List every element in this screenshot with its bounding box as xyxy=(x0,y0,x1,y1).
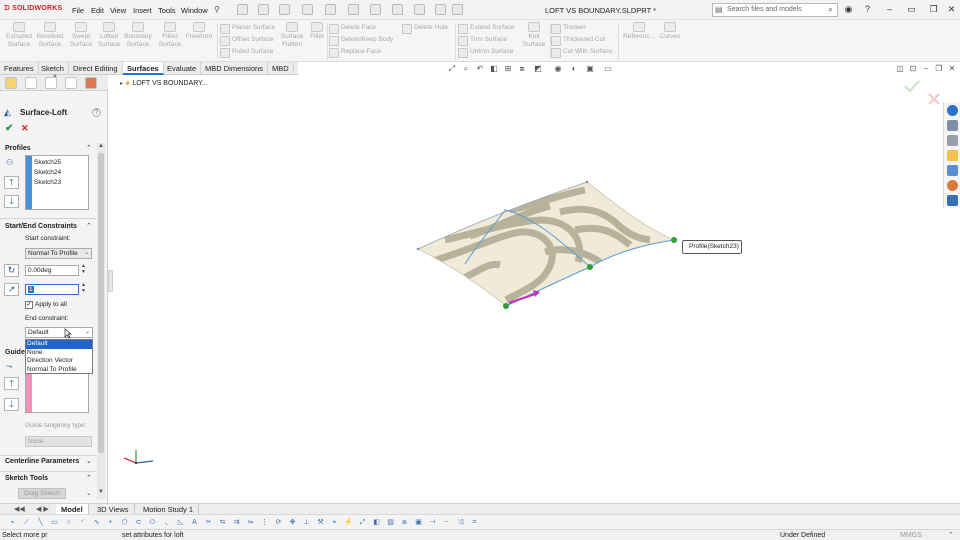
nav-first-icon[interactable]: ◀◀ xyxy=(14,505,25,513)
nav-prev-icon[interactable]: ◀ ▶ xyxy=(36,505,49,513)
status-message: Select more pr xyxy=(2,532,48,539)
smart-dimension-icon[interactable]: ⟋ xyxy=(22,518,31,527)
folder-icon[interactable] xyxy=(947,150,958,161)
block-icon[interactable]: ▣ xyxy=(414,518,423,527)
profile-endpoint xyxy=(416,247,420,251)
task-pane-tabs xyxy=(943,102,960,208)
rectangle-icon[interactable]: ▭ xyxy=(50,518,59,527)
sketch-icon[interactable]: ⌁ xyxy=(8,518,17,527)
custom-properties-icon[interactable] xyxy=(947,195,958,206)
sketch-picture-icon[interactable]: ▨ xyxy=(386,518,395,527)
shaded-contours-icon[interactable]: ◧ xyxy=(372,518,381,527)
appearances-icon[interactable] xyxy=(947,180,958,191)
status-hint: set attributes for loft xyxy=(122,532,184,539)
view-palette-icon[interactable] xyxy=(947,165,958,176)
loft-surface-preview[interactable] xyxy=(0,0,960,540)
connector-vertex[interactable] xyxy=(587,264,593,270)
intersection-curve-icon[interactable]: ⤨ xyxy=(456,518,465,527)
offset-entities-icon[interactable]: ⇉ xyxy=(232,518,241,527)
convert-entities-icon[interactable]: ⇆ xyxy=(218,518,227,527)
solidworks-resources-icon[interactable] xyxy=(947,105,958,116)
confirm-corner-ok-icon[interactable] xyxy=(904,80,920,93)
rapid-sketch-icon[interactable]: ⚡ xyxy=(344,518,353,527)
circle-icon[interactable]: ○ xyxy=(64,518,73,527)
3d-sketch-icon[interactable]: ⧈ xyxy=(400,518,409,527)
circular-pattern-icon[interactable]: ⟳ xyxy=(274,518,283,527)
customize-status-bar-icon[interactable]: ⌃ xyxy=(948,531,954,539)
sketch-state-status: Under Defined xyxy=(780,532,826,539)
polygon-icon[interactable]: ⬡ xyxy=(120,518,129,527)
ellipse-icon[interactable]: ⬭ xyxy=(148,518,157,527)
status-bar: Select more pr set attributes for loft U… xyxy=(0,529,960,540)
point-icon[interactable]: • xyxy=(106,518,115,527)
profile-tooltip: Profile(Sketch23) xyxy=(682,240,742,254)
chamfer-icon[interactable]: ◺ xyxy=(176,518,185,527)
spline-icon[interactable]: ∿ xyxy=(92,518,101,527)
mirror-entities-icon[interactable]: ⇋ xyxy=(246,518,255,527)
linear-pattern-icon[interactable]: ⋮ xyxy=(260,518,269,527)
line-icon[interactable]: ╲ xyxy=(36,518,45,527)
slot-icon[interactable]: ⊂ xyxy=(134,518,143,527)
design-library-icon[interactable] xyxy=(947,120,958,131)
arc-icon[interactable]: ◜ xyxy=(78,518,87,527)
text-icon[interactable]: A xyxy=(190,518,199,527)
move-entities-icon[interactable]: ✥ xyxy=(288,518,297,527)
split-entities-icon[interactable]: ⊣ xyxy=(428,518,437,527)
fillet-sketch-icon[interactable]: ◟ xyxy=(162,518,171,527)
repair-sketch-icon[interactable]: ⚒ xyxy=(316,518,325,527)
display-relations-icon[interactable]: ⊥ xyxy=(302,518,311,527)
construction-geometry-icon[interactable]: ┈ xyxy=(442,518,451,527)
unit-system-button[interactable]: MMGS xyxy=(900,532,922,539)
direction-arrow-head xyxy=(533,290,540,297)
quick-snaps-icon[interactable]: ⌖ xyxy=(330,518,339,527)
trim-entities-icon[interactable]: ✂ xyxy=(204,518,213,527)
confirm-corner-cancel-icon[interactable] xyxy=(928,93,940,105)
bottom-tabs: ◀◀ ◀ ▶ Model 3D Views Motion Study 1 xyxy=(0,503,960,515)
sketch-toolbar: ⌁ ⟋ ╲ ▭ ○ ◜ ∿ • ⬡ ⊂ ⬭ ◟ ◺ A ✂ ⇆ ⇉ ⇋ ⋮ ⟳ … xyxy=(0,514,960,529)
coordinate-triad xyxy=(123,450,154,465)
file-explorer-icon[interactable] xyxy=(947,135,958,146)
connector-vertex[interactable] xyxy=(671,237,677,243)
instant2d-icon[interactable]: ⤢ xyxy=(358,518,367,527)
profile-endpoint xyxy=(585,180,589,184)
connector-vertex[interactable] xyxy=(503,303,509,309)
face-curves-icon[interactable]: ⌗ xyxy=(470,518,479,527)
